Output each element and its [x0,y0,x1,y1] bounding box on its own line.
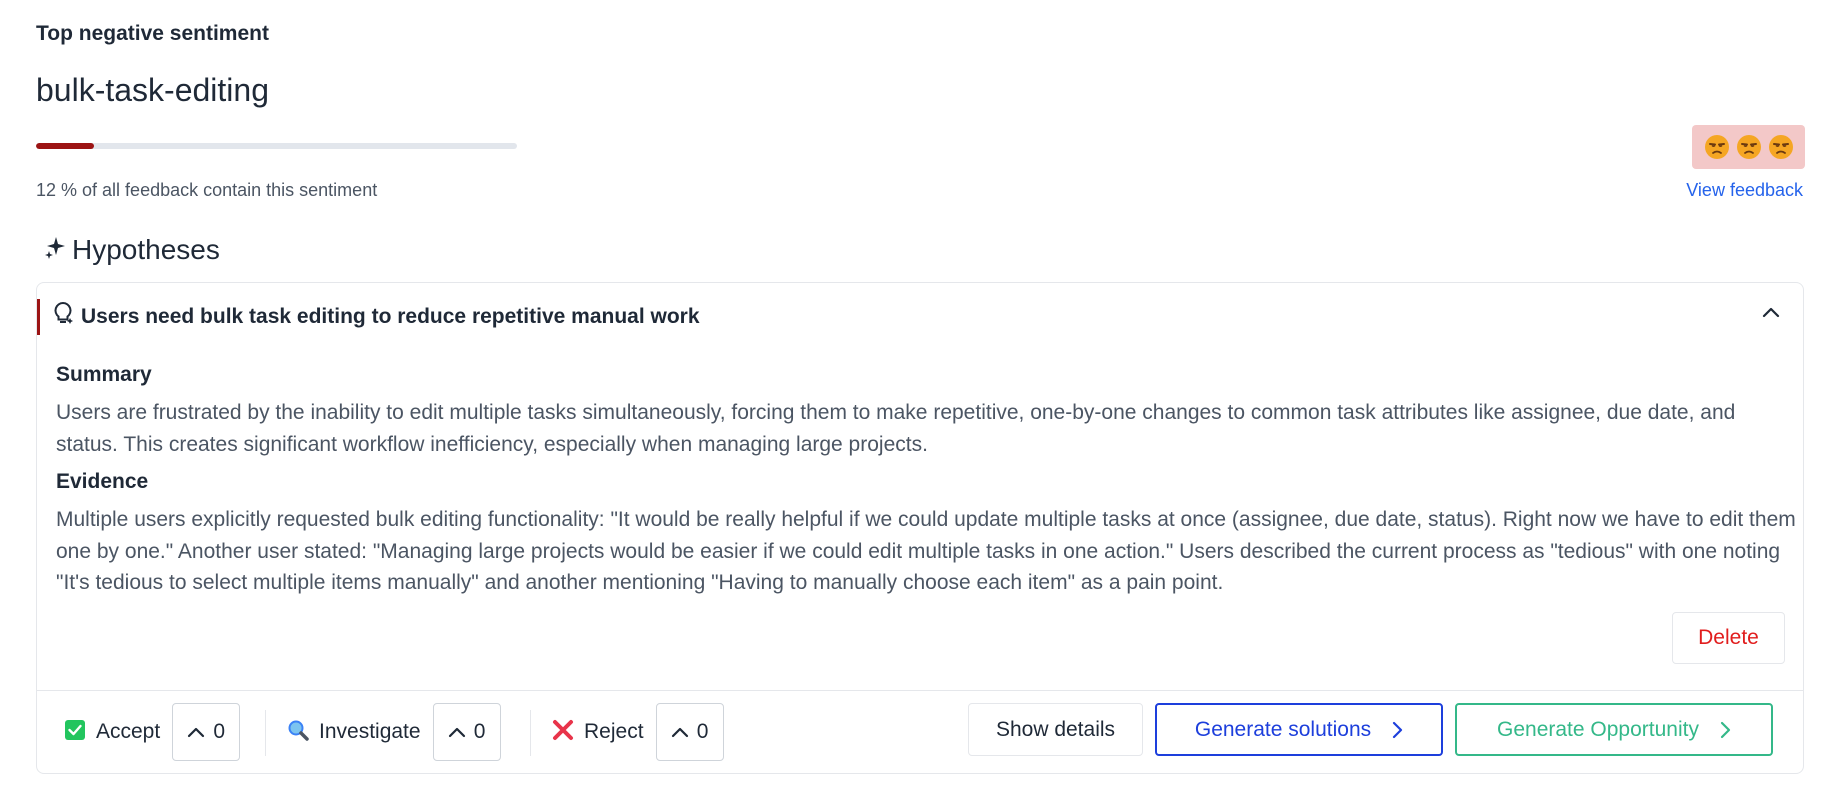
chevron-up-icon [188,727,205,738]
unamused-face-icon [1703,133,1731,161]
chevron-up-icon [671,727,688,738]
chevron-up-icon [448,727,465,738]
show-details-button[interactable]: Show details [968,703,1143,756]
show-details-label: Show details [995,717,1116,741]
check-box-icon[interactable] [64,719,86,746]
generate-solutions-label: Generate solutions [1194,717,1372,741]
generate-opportunity-button[interactable]: Generate Opportunity [1455,703,1773,756]
summary-heading: Summary [56,363,152,386]
unamused-face-icon [1735,133,1763,161]
hypotheses-heading: Hypotheses [72,234,220,265]
section-label: Top negative sentiment [36,22,269,45]
hypothesis-card: Users need bulk task editing to reduce r… [36,282,1804,774]
cross-mark-icon[interactable] [552,719,574,746]
investigate-label[interactable]: Investigate [319,720,421,744]
summary-text: Users are frustrated by the inability to… [56,401,1736,456]
lightbulb-icon [51,301,75,332]
hypotheses-header: Hypotheses [44,234,220,266]
reject-label[interactable]: Reject [584,720,644,744]
topic-title: bulk-task-editing [36,72,269,108]
delete-button[interactable]: Delete [1672,612,1785,664]
sentiment-emoji-badge [1692,125,1805,169]
chevron-right-icon [1720,721,1731,738]
reject-count: 0 [696,720,709,743]
sentiment-progress-bar [36,143,517,149]
vote-investigate: Investigate 0 [287,702,501,762]
hypothesis-title-row[interactable]: Users need bulk task editing to reduce r… [51,301,700,332]
sparkles-icon [44,234,66,266]
hypothesis-title: Users need bulk task editing to reduce r… [81,304,700,328]
sentiment-progress-fill [36,143,94,149]
view-feedback-link[interactable]: View feedback [1686,180,1803,201]
investigate-count: 0 [473,720,486,743]
evidence-heading: Evidence [56,470,149,493]
reject-upvote-button[interactable]: 0 [655,703,724,761]
accept-count: 0 [213,720,226,743]
generate-solutions-button[interactable]: Generate solutions [1155,703,1443,756]
evidence-text: Multiple users explicitly requested bulk… [56,508,1796,594]
collapse-chevron-up-icon[interactable] [1761,305,1781,324]
investigate-upvote-button[interactable]: 0 [432,703,501,761]
generate-opportunity-label: Generate Opportunity [1497,717,1699,741]
hypothesis-accent-bar [37,299,40,335]
vote-divider [265,710,266,756]
magnifier-icon[interactable] [287,719,309,746]
card-footer-divider [37,690,1803,691]
vote-accept: Accept 0 [64,702,241,762]
unamused-face-icon [1767,133,1795,161]
percentage-text: 12 % of all feedback contain this sentim… [36,180,378,200]
accept-label[interactable]: Accept [96,720,160,744]
chevron-right-icon [1393,721,1403,738]
vote-divider [530,710,531,756]
accept-upvote-button[interactable]: 0 [172,703,241,761]
vote-reject: Reject 0 [552,702,724,762]
